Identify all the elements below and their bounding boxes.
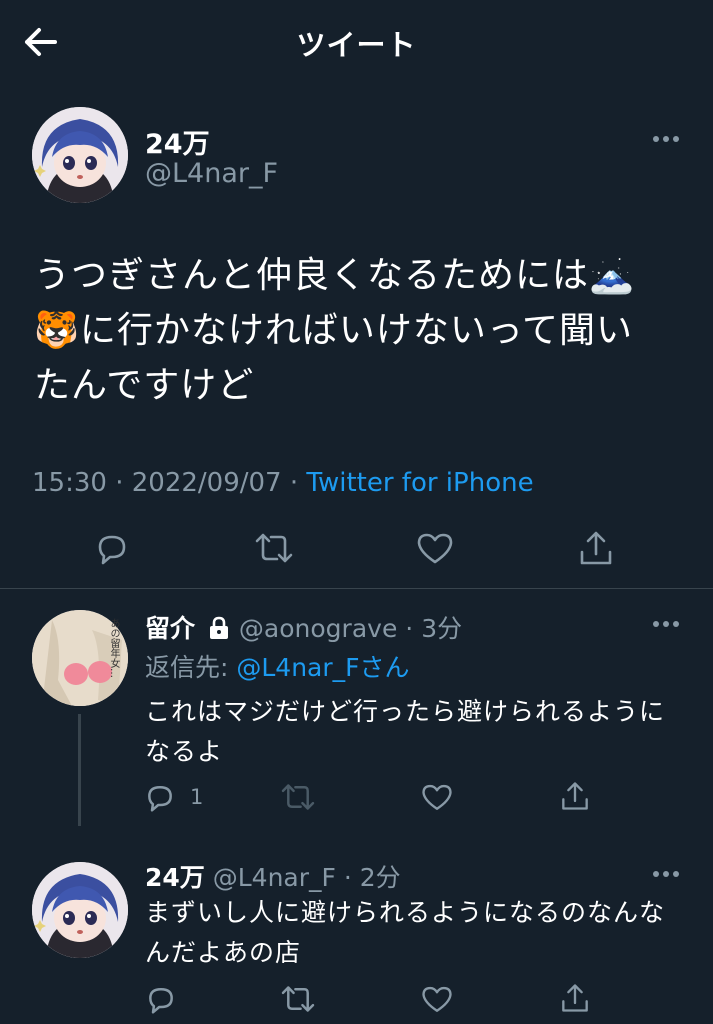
reply-icon [98,535,126,565]
tweet-text-line: たんですけど [34,365,255,406]
like-button[interactable] [420,780,454,814]
retweet-icon [281,784,315,810]
avatar[interactable] [32,862,128,958]
reply-text-line: んだよあの店 [145,938,302,967]
author-name[interactable]: 24万 [145,122,210,161]
reply-icon [149,987,173,1014]
more-options-button[interactable] [648,862,684,886]
tweet-time: 15:30 [32,468,107,498]
like-button[interactable] [415,528,455,568]
heart-icon [417,533,453,564]
more-options-button[interactable] [648,612,684,636]
retweet-button[interactable] [280,982,316,1016]
share-icon [562,782,588,810]
share-button[interactable] [576,528,616,568]
reply-button[interactable] [92,528,132,568]
reply-time[interactable]: 2分 [360,863,401,892]
replying-to: 返信先: @L4nar_Fさん [145,648,410,684]
share-icon [580,531,612,565]
lock-icon [209,616,228,639]
share-button[interactable] [558,980,592,1016]
reply-text-line: これはマジだけど行ったら避けられるように [145,697,666,726]
avatar[interactable] [32,107,128,203]
reply-author-name[interactable]: 留介 [145,614,195,643]
reply-author-handle[interactable]: @aonograve [239,614,397,643]
author-handle[interactable]: @L4nar_F [145,158,278,189]
retweet-button[interactable] [254,528,294,568]
reply-icon [148,785,172,812]
reply-button[interactable]: 1 [144,780,203,814]
reply-text: これはマジだけど行ったら避けられるように なるよ [145,692,665,772]
retweet-button[interactable] [280,780,316,814]
divider [0,588,713,589]
more-options-button[interactable] [648,127,684,151]
avatar-caption: あの留年女… [108,618,119,678]
page-title: ツイート [296,28,417,62]
reply-text-line: なるよ [145,737,224,766]
tweet-text: うつぎさんと仲良くなるためには🗻 🐯に行かなければいけないって聞い たんですけど [34,248,684,413]
tweet-source-link[interactable]: Twitter for iPhone [306,468,533,498]
retweet-icon [255,533,293,563]
tweet-text-line: うつぎさんと仲良くなるためには🗻 [34,255,635,296]
tweet-date: 2022/09/07 [131,468,282,498]
reply-button[interactable] [144,982,178,1016]
reply-time[interactable]: 3分 [421,614,462,643]
replying-to-label: 返信先: [145,653,237,682]
heart-icon [422,784,452,810]
reply-author-name[interactable]: 24万 [145,863,205,892]
tweet-meta: 15:30 · 2022/09/07 · Twitter for iPhone [32,468,534,498]
reply-header: 24万 @L4nar_F · 2分 [145,863,401,892]
thread-connector [78,714,81,826]
retweet-icon [281,986,315,1012]
tweet-text-line: 🐯に行かなければいけないって聞い [34,310,634,351]
reply-author-handle[interactable]: @L4nar_F [213,863,336,892]
share-icon [562,984,588,1012]
reply-text-line: まずいし人に避けられるようになるのなんな [145,898,666,927]
reply-count: 1 [190,785,204,809]
replying-to-mention[interactable]: @L4nar_Fさん [236,653,409,682]
reply-text: まずいし人に避けられるようになるのなんな んだよあの店 [145,893,665,973]
like-button[interactable] [420,982,454,1016]
reply-header: 留介 @aonograve · 3分 [145,614,463,643]
heart-icon [422,986,452,1012]
meta-separator: · [289,468,299,498]
share-button[interactable] [558,778,592,814]
meta-separator: · [115,468,124,498]
